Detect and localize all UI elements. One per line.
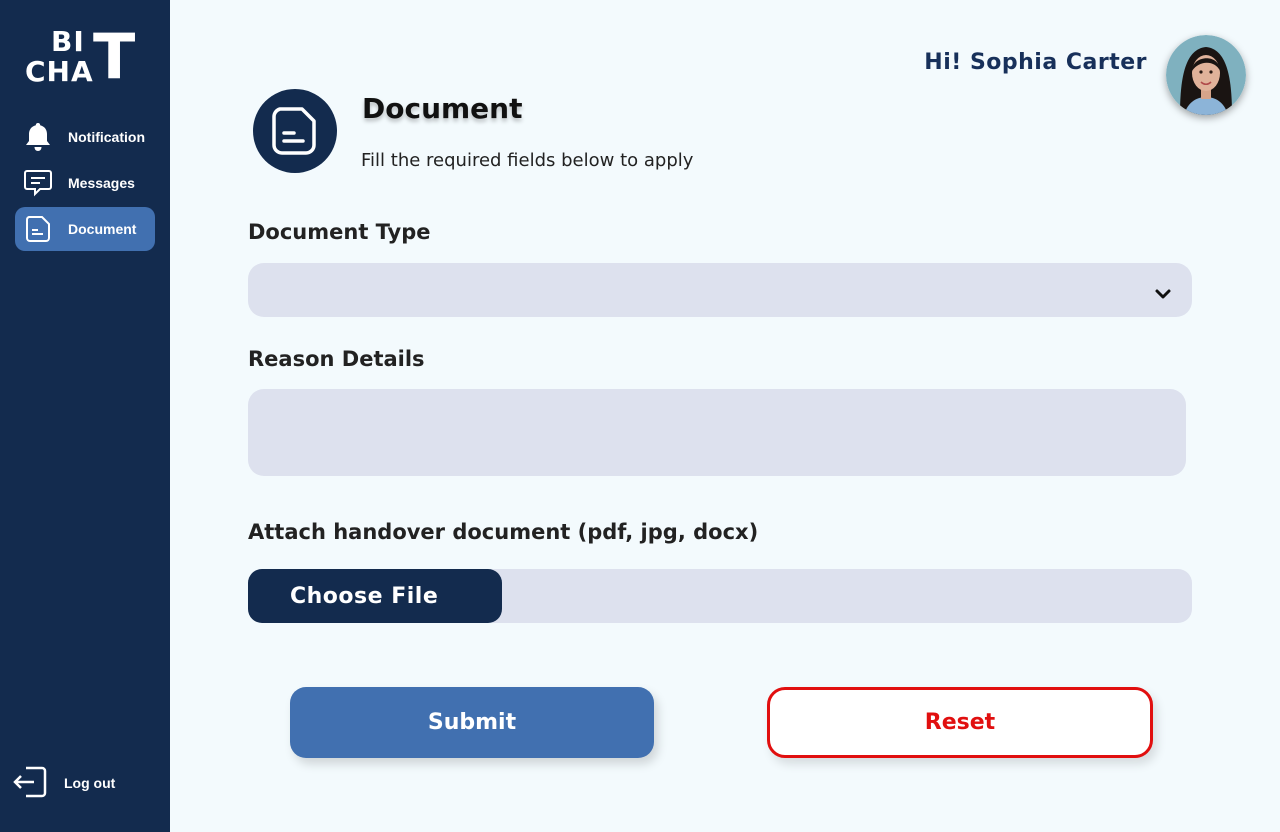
reason-details-input[interactable] xyxy=(248,389,1186,476)
sidebar-item-label: Document xyxy=(68,221,137,237)
page-subtitle: Fill the required fields below to apply xyxy=(361,150,694,171)
brand-line-2: CHA xyxy=(25,55,94,88)
bell-icon xyxy=(23,122,53,152)
sidebar-item-messages[interactable]: Messages xyxy=(15,161,155,205)
file-input[interactable]: Choose File xyxy=(248,569,1192,623)
document-badge-icon xyxy=(253,89,337,173)
reason-details-label: Reason Details xyxy=(248,347,425,371)
page-title: Document xyxy=(362,92,523,125)
avatar[interactable] xyxy=(1166,35,1246,115)
chat-bubble-icon xyxy=(23,168,53,198)
sidebar-item-label: Notification xyxy=(68,129,145,145)
brand-line-1: BI xyxy=(51,25,85,58)
attach-document-label: Attach handover document (pdf, jpg, docx… xyxy=(248,520,759,544)
chevron-down-icon xyxy=(1154,285,1172,304)
sidebar-item-notification[interactable]: Notification xyxy=(15,115,155,159)
brand-logo[interactable]: BI CHA T xyxy=(25,20,136,93)
submit-button[interactable]: Submit xyxy=(290,687,654,758)
logout-label: Log out xyxy=(64,775,116,791)
sidebar: BI CHA T Notification Messages Document … xyxy=(0,0,170,832)
document-icon xyxy=(23,214,53,244)
sidebar-item-label: Messages xyxy=(68,175,135,191)
user-greeting: Hi! Sophia Carter xyxy=(924,50,1147,75)
document-type-label: Document Type xyxy=(248,220,431,244)
reset-button[interactable]: Reset xyxy=(767,687,1153,758)
choose-file-button[interactable]: Choose File xyxy=(248,569,502,623)
logout-button[interactable]: Log out xyxy=(12,764,152,802)
brand-big-letter: T xyxy=(93,20,136,93)
sidebar-item-document[interactable]: Document xyxy=(15,207,155,251)
logout-icon xyxy=(12,765,48,802)
document-type-select[interactable] xyxy=(248,263,1192,317)
